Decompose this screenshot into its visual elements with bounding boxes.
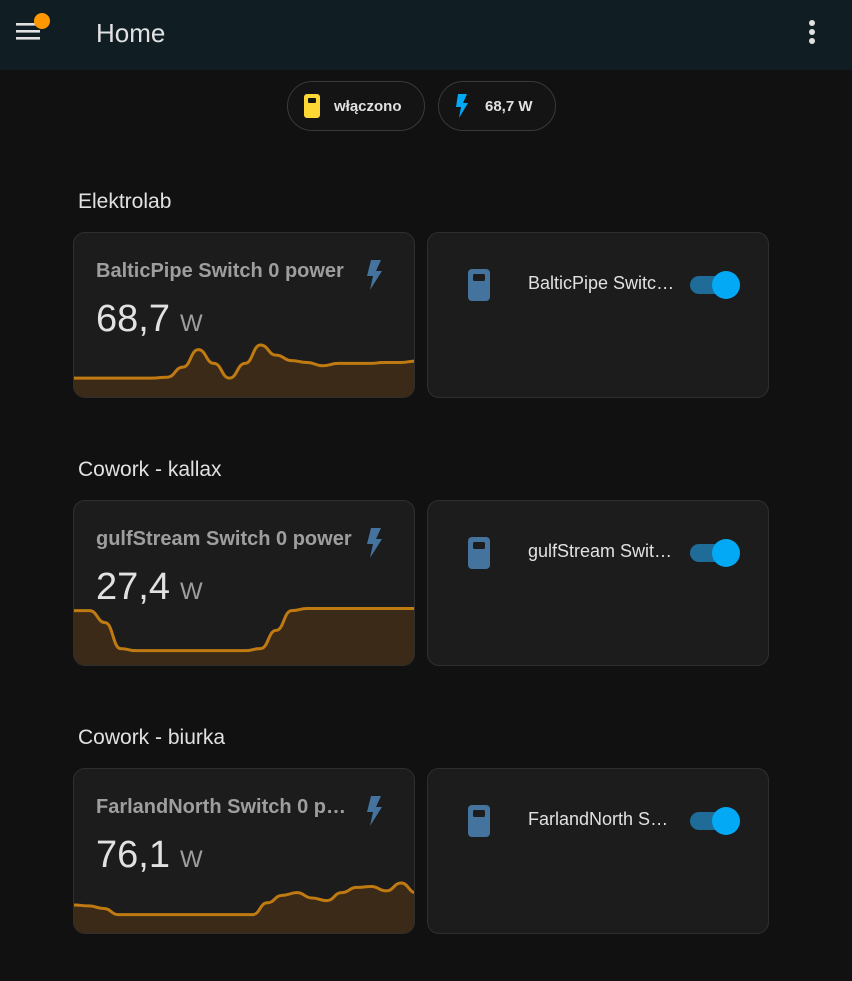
sensor-name: FarlandNorth Switch 0 power: [96, 796, 356, 818]
switch-toggle[interactable]: [690, 539, 742, 567]
sensor-card[interactable]: BalticPipe Switch 0 power 68,7 W: [73, 232, 415, 398]
section-title: Cowork - biurka: [78, 726, 226, 749]
power-socket-icon: [304, 94, 320, 118]
menu-button[interactable]: [10, 12, 50, 52]
toggle-knob: [712, 807, 740, 835]
section-title: Cowork - kallax: [78, 458, 222, 481]
sensor-name: BalticPipe Switch 0 power: [96, 260, 344, 282]
power-socket-icon: [468, 805, 490, 837]
switch-card[interactable]: gulfStream Switch 0: [427, 500, 769, 666]
switch-card[interactable]: BalticPipe Switch 0: [427, 232, 769, 398]
power-history-graph: [74, 607, 414, 665]
switch-name: FarlandNorth Switch 0: [528, 809, 680, 829]
sensor-name: gulfStream Switch 0 power: [96, 528, 352, 550]
badge-power[interactable]: 68,7 W: [438, 81, 556, 131]
graph-area: [74, 345, 414, 397]
flash-icon: [367, 796, 382, 826]
toggle-knob: [712, 539, 740, 567]
sensor-card[interactable]: gulfStream Switch 0 power 27,4 W: [73, 500, 415, 666]
power-history-graph: [74, 343, 414, 397]
graph-area: [74, 883, 414, 933]
section-title: Elektrolab: [78, 190, 172, 213]
power-socket-icon: [468, 537, 490, 569]
flash-icon: [455, 94, 469, 118]
flash-icon: [367, 260, 382, 290]
badge-state-label: włączono: [334, 97, 402, 115]
power-history-graph: [74, 881, 414, 933]
graph-area: [74, 608, 414, 665]
notification-dot: [34, 13, 50, 29]
flash-icon: [367, 528, 382, 558]
switch-name: BalticPipe Switch 0: [528, 273, 680, 293]
page-title: Home: [96, 18, 166, 48]
more-options-button[interactable]: [798, 14, 830, 50]
power-socket-icon: [468, 269, 490, 301]
switch-card[interactable]: FarlandNorth Switch 0: [427, 768, 769, 934]
switch-name: gulfStream Switch 0: [528, 541, 680, 561]
switch-toggle[interactable]: [690, 807, 742, 835]
toggle-knob: [712, 271, 740, 299]
sensor-value: 76,1 W: [96, 834, 203, 876]
badge-power-label: 68,7 W: [485, 97, 533, 115]
top-app-bar: Home: [0, 0, 852, 70]
badge-switch-state[interactable]: włączono: [287, 81, 425, 131]
sensor-card[interactable]: FarlandNorth Switch 0 power 76,1 W: [73, 768, 415, 934]
dots-vertical-icon: [809, 20, 815, 44]
switch-toggle[interactable]: [690, 271, 742, 299]
